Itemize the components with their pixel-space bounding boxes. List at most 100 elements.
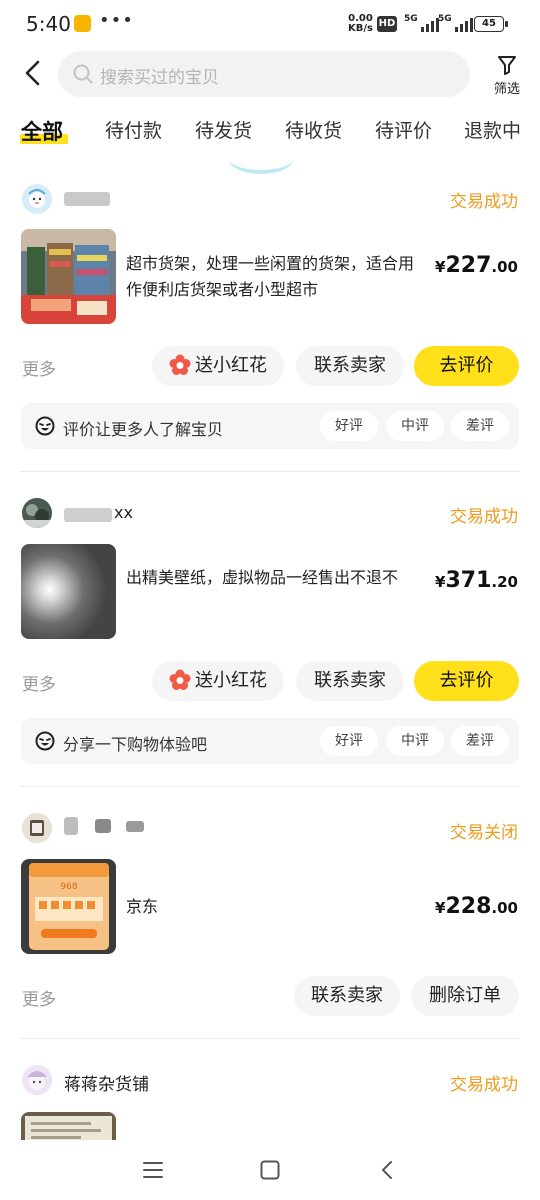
contact-seller-button[interactable]: 联系卖家 <box>296 661 404 701</box>
flower-icon <box>169 354 191 375</box>
send-flower-button[interactable]: 送小红花 <box>152 346 284 386</box>
order-status: 交易成功 <box>450 507 518 527</box>
contact-seller-button[interactable]: 联系卖家 <box>294 976 400 1016</box>
home-icon[interactable] <box>259 1159 281 1181</box>
delete-order-button[interactable]: 删除订单 <box>411 976 519 1016</box>
seller-name[interactable]: 蒋蒋杂货铺 <box>64 1070 149 1095</box>
order-price: ¥371.20 <box>435 568 518 593</box>
seller-name-blur <box>126 821 144 832</box>
product-title[interactable]: 京东 <box>126 894 424 920</box>
send-flower-label: 送小红花 <box>195 355 267 376</box>
product-photo <box>21 544 116 639</box>
seller-name-blur <box>95 819 111 833</box>
top-bar: 搜索买过的宝贝 筛选 <box>0 48 540 100</box>
tab-to-review[interactable]: 待评价 <box>375 116 432 143</box>
product-image[interactable]: 968 <box>21 859 116 954</box>
divider <box>20 471 520 472</box>
product-image[interactable] <box>21 229 116 324</box>
review-prompt-bar: 分享一下购物体验吧 好评 中评 差评 <box>21 718 519 764</box>
good-review-button[interactable]: 好评 <box>320 411 378 441</box>
price-integer: 371 <box>445 568 492 593</box>
avatar[interactable] <box>22 813 52 843</box>
back-nav-icon[interactable] <box>377 1159 397 1181</box>
seller-name[interactable]: xx <box>114 503 133 522</box>
avatar-image <box>22 1065 52 1095</box>
battery-icon: 45 <box>474 16 508 32</box>
seller-name <box>64 192 110 206</box>
flower-icon <box>169 669 191 690</box>
contact-seller-button[interactable]: 联系卖家 <box>296 346 404 386</box>
bad-review-button[interactable]: 差评 <box>451 726 509 756</box>
order-card: 交易关闭 968 京东 ¥228.00 更多 联系卖家 删除订单 <box>0 801 540 1036</box>
review-prompt-text: 评价让更多人了解宝贝 <box>63 420 224 439</box>
search-placeholder: 搜索买过的宝贝 <box>100 68 219 88</box>
product-photo <box>21 1112 116 1140</box>
system-nav-bar <box>0 1140 540 1200</box>
product-image[interactable] <box>21 1112 116 1140</box>
avatar-image <box>22 813 52 843</box>
menu-icon[interactable] <box>142 1160 164 1180</box>
product-image[interactable] <box>21 544 116 639</box>
bad-review-button[interactable]: 差评 <box>451 411 509 441</box>
more-button[interactable]: 更多 <box>22 355 56 380</box>
more-button[interactable]: 更多 <box>22 985 56 1010</box>
product-title[interactable]: 出精美壁纸，虚拟物品一经售出不退不 <box>126 565 426 591</box>
filter-label: 筛选 <box>493 82 520 97</box>
face-icon <box>35 416 55 436</box>
back-icon[interactable] <box>18 58 48 88</box>
divider <box>20 1038 520 1039</box>
filter-button[interactable]: 筛选 <box>486 50 528 98</box>
signal-icon-2: 5G <box>438 14 473 32</box>
price-decimal: .00 <box>491 258 518 276</box>
order-status: 交易成功 <box>450 192 518 212</box>
send-flower-button[interactable]: 送小红花 <box>152 661 284 701</box>
order-card: 交易成功 超市货架，处理一些闲置的货架，适合用作便利店货架或者小型超市 ¥227… <box>0 170 540 470</box>
status-time: 5:40 <box>26 12 71 36</box>
price-decimal: .20 <box>491 573 518 591</box>
seller-name-blur <box>64 817 78 835</box>
avatar[interactable] <box>22 1065 52 1095</box>
price-currency: ¥ <box>435 899 446 917</box>
network-speed: 0.00 KB/s <box>348 14 373 34</box>
avatar-image <box>22 184 52 214</box>
hd-icon: HD <box>377 16 397 32</box>
tab-all[interactable]: 全部 <box>21 116 63 146</box>
order-card: xx 交易成功 出精美壁纸，虚拟物品一经售出不退不 ¥371.20 更多 送小红… <box>0 486 540 786</box>
more-button[interactable]: 更多 <box>22 670 56 695</box>
neutral-review-button[interactable]: 中评 <box>386 726 444 756</box>
signal-label-2: 5G <box>438 14 452 24</box>
send-flower-label: 送小红花 <box>195 670 267 691</box>
notification-app-icon <box>74 15 91 32</box>
good-review-button[interactable]: 好评 <box>320 726 378 756</box>
network-speed-unit: KB/s <box>348 23 373 34</box>
avatar[interactable] <box>22 498 52 528</box>
price-integer: 227 <box>445 253 492 278</box>
tab-to-ship[interactable]: 待发货 <box>195 116 252 143</box>
order-price: ¥227.00 <box>435 253 518 278</box>
order-status: 交易成功 <box>450 1075 518 1095</box>
filter-icon <box>498 56 516 75</box>
review-prompt-bar: 评价让更多人了解宝贝 好评 中评 差评 <box>21 403 519 449</box>
tab-refund[interactable]: 退款中 <box>464 116 521 143</box>
product-title[interactable]: 超市货架，处理一些闲置的货架，适合用作便利店货架或者小型超市 <box>126 251 424 303</box>
neutral-review-button[interactable]: 中评 <box>386 411 444 441</box>
price-currency: ¥ <box>435 258 446 276</box>
avatar[interactable] <box>22 184 52 214</box>
search-icon <box>73 64 93 84</box>
tab-to-receive[interactable]: 待收货 <box>285 116 342 143</box>
signal-label: 5G <box>404 14 418 24</box>
price-currency: ¥ <box>435 573 446 591</box>
review-button[interactable]: 去评价 <box>414 661 519 701</box>
review-button[interactable]: 去评价 <box>414 346 519 386</box>
seller-name-blur <box>64 508 112 522</box>
price-integer: 228 <box>445 894 492 919</box>
price-decimal: .00 <box>491 899 518 917</box>
search-input[interactable]: 搜索买过的宝贝 <box>58 51 470 97</box>
more-notifications-icon: ••• <box>99 10 134 31</box>
review-prompt-text: 分享一下购物体验吧 <box>63 735 208 754</box>
tab-to-pay[interactable]: 待付款 <box>105 116 162 143</box>
signal-icon: 5G <box>404 14 439 32</box>
order-status: 交易关闭 <box>450 823 518 843</box>
svg-text:968: 968 <box>60 882 77 892</box>
order-card: 蒋蒋杂货铺 交易成功 <box>0 1050 540 1140</box>
